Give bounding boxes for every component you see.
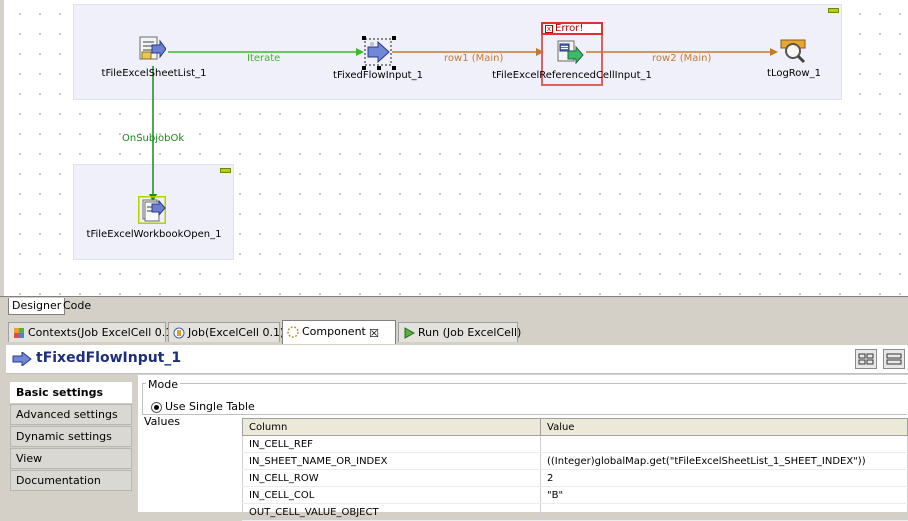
sidebar-item-documentation[interactable]: Documentation [10,470,132,491]
sidebar-item-basic-settings[interactable]: Basic settings [10,382,132,403]
values-table: Column Value IN_CELL_REF IN_SHEET_NAME_O… [242,418,908,521]
list-view-button[interactable] [883,349,905,369]
settings-sidebar: Basic settings Advanced settings Dynamic… [10,382,132,492]
log-row-icon [780,39,806,64]
component-label: tFileExcelSheetList_1 [101,68,207,79]
component-label: tLogRow_1 [767,68,821,79]
values-label: Values [144,415,180,428]
grid-icon [858,353,874,365]
run-icon [404,327,415,339]
tab-component[interactable]: Component ☒ [282,320,396,344]
tab-contexts[interactable]: Contexts(Job ExcelCell 0.1) [8,322,177,342]
component-fixedflow[interactable]: tFixedFlowInput_1 [333,36,423,81]
sidebar-item-advanced-settings[interactable]: Advanced settings [10,404,132,425]
iterate-link-label: Iterate [247,53,281,64]
column-header[interactable]: Column [242,418,541,436]
component-logrow[interactable]: tLogRow_1 [767,36,821,80]
column-cell[interactable]: IN_CELL_ROW [242,469,541,487]
tab-label: Component [302,325,366,338]
table-row[interactable]: OUT_CELL_VALUE_OBJECT [242,503,908,521]
component-refcell[interactable]: tFileExcelReferencedCellInput_1 [492,38,652,82]
tab-job[interactable]: Job(ExcelCell 0.1) [168,322,284,342]
row1-link-label: row1 (Main) [444,53,504,64]
tab-label: Run (Job ExcelCell) [418,326,522,339]
error-text: Error! [555,23,584,34]
excel-referenced-cell-icon [557,40,584,65]
use-single-table-radio[interactable] [151,402,162,413]
value-cell[interactable] [540,503,908,521]
table-row[interactable]: IN_CELL_REF [242,435,908,453]
table-row[interactable]: IN_CELL_ROW 2 [242,469,908,487]
onsubjob-link-label: OnSubjobOk [122,133,185,144]
designer-canvas[interactable]: Iterate row1 (Main) row2 (Main) OnSubjob… [4,0,908,296]
selection-handle[interactable] [392,36,396,40]
sidebar-item-dynamic-settings[interactable]: Dynamic settings [10,426,132,447]
component-title: tFixedFlowInput_1 [36,350,182,366]
column-cell[interactable]: IN_CELL_COL [242,486,541,504]
fixed-flow-input-icon [364,38,392,66]
tab-label: Job(ExcelCell 0.1) [188,326,285,339]
mode-label: Mode [146,378,180,391]
component-label: tFixedFlowInput_1 [333,70,423,81]
error-icon: x [545,25,553,33]
sidebar-item-view[interactable]: View [10,448,132,469]
value-cell[interactable]: ((Integer)globalMap.get("tFileExcelSheet… [540,452,908,470]
component-sheetlist[interactable]: tFileExcelSheetList_1 [102,36,206,80]
list-icon [886,353,902,365]
row2-arrow [770,48,778,56]
job-icon [173,327,185,339]
table-row[interactable]: IN_SHEET_NAME_OR_INDEX ((Integer)globalMa… [242,452,908,470]
canvas-scrollbar[interactable] [0,0,4,296]
value-cell[interactable] [540,435,908,453]
column-cell[interactable]: IN_SHEET_NAME_OR_INDEX [242,452,541,470]
table-row[interactable]: IN_CELL_COL "B" [242,486,908,504]
row2-link-label: row2 (Main) [652,53,712,64]
table-header-row: Column Value [242,418,908,436]
use-single-table-label[interactable]: Use Single Table [165,400,255,413]
component-titlebar: tFixedFlowInput_1 [6,345,908,374]
excel-sheet-list-icon [139,36,166,60]
component-label: tFileExcelWorkbookOpen_1 [86,229,222,240]
designer-tabs: Designer Code [0,296,908,315]
value-cell[interactable]: "B" [540,486,908,504]
error-badge: x Error! [541,22,603,35]
value-cell[interactable]: 2 [540,469,908,487]
table-view-button[interactable] [855,349,877,369]
contexts-icon [14,328,24,338]
tab-designer[interactable]: Designer [8,298,66,315]
column-cell[interactable]: OUT_CELL_VALUE_OBJECT [242,503,541,521]
tab-label: Contexts(Job ExcelCell 0.1) [28,326,177,339]
tab-code[interactable]: Code [60,298,94,314]
tab-run[interactable]: Run (Job ExcelCell) [398,322,522,342]
component-icon [287,326,299,338]
component-label: tFileExcelReferencedCellInput_1 [492,70,652,81]
fixed-flow-input-icon [12,352,32,366]
panel-tabs: Contexts(Job ExcelCell 0.1) Job(ExcelCel… [0,320,908,344]
excel-workbook-open-icon [138,196,166,224]
column-cell[interactable]: IN_CELL_REF [242,435,541,453]
mode-group: Use Single Table [142,383,907,415]
component-workbook[interactable]: tFileExcelWorkbookOpen_1 [87,196,221,240]
selection-handle[interactable] [362,36,366,40]
close-icon[interactable]: ☒ [369,323,379,345]
value-header[interactable]: Value [540,418,908,436]
settings-content: Use Single Table Mode Values Column Valu… [138,375,908,521]
